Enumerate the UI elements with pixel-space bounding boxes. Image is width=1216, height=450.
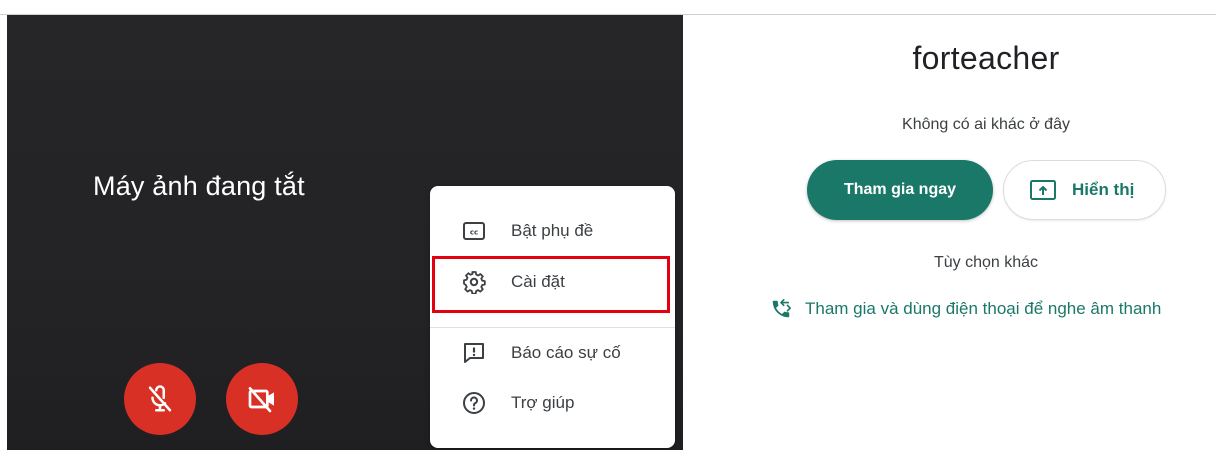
mic-off-icon: [148, 385, 172, 412]
join-now-button[interactable]: Tham gia ngay: [807, 160, 993, 220]
present-button-label: Hiển thị: [1072, 180, 1135, 199]
videocam-off-icon: [248, 387, 274, 413]
camera-off-label: Máy ảnh đang tắt: [93, 171, 305, 201]
present-button[interactable]: Hiển thị: [1003, 160, 1166, 220]
menu-item-label: Trợ giúp: [511, 393, 575, 412]
settings-highlight-box: [432, 256, 670, 313]
phone-forwarded-icon: [770, 298, 792, 320]
join-by-phone-label: Tham gia và dùng điện thoại để nghe âm t…: [805, 299, 1162, 318]
menu-item-help[interactable]: Trợ giúp: [430, 380, 675, 426]
camera-toggle-button[interactable]: [226, 363, 298, 435]
mic-toggle-button[interactable]: [124, 363, 196, 435]
menu-item-label: Bật phụ đề: [511, 221, 594, 240]
report-problem-icon: [461, 340, 487, 366]
menu-divider: [430, 327, 675, 328]
help-icon: [461, 390, 487, 416]
join-by-phone-link[interactable]: Tham gia và dùng điện thoại để nghe âm t…: [770, 298, 1161, 320]
menu-item-captions[interactable]: cc Bật phụ đề: [430, 208, 675, 254]
participants-status: Không có ai khác ở đây: [902, 116, 1070, 133]
meeting-title: forteacher: [912, 40, 1060, 76]
menu-item-label: Báo cáo sự cố: [511, 343, 621, 362]
svg-text:cc: cc: [470, 229, 478, 237]
other-options-heading: Tùy chọn khác: [933, 254, 1039, 271]
closed-caption-icon: cc: [461, 218, 487, 244]
menu-item-report-problem[interactable]: Báo cáo sự cố: [430, 330, 675, 376]
present-screen-icon: [1030, 180, 1056, 200]
more-options-menu: cc Bật phụ đề Cài đặt Báo cáo sự cố Trợ …: [430, 186, 675, 448]
